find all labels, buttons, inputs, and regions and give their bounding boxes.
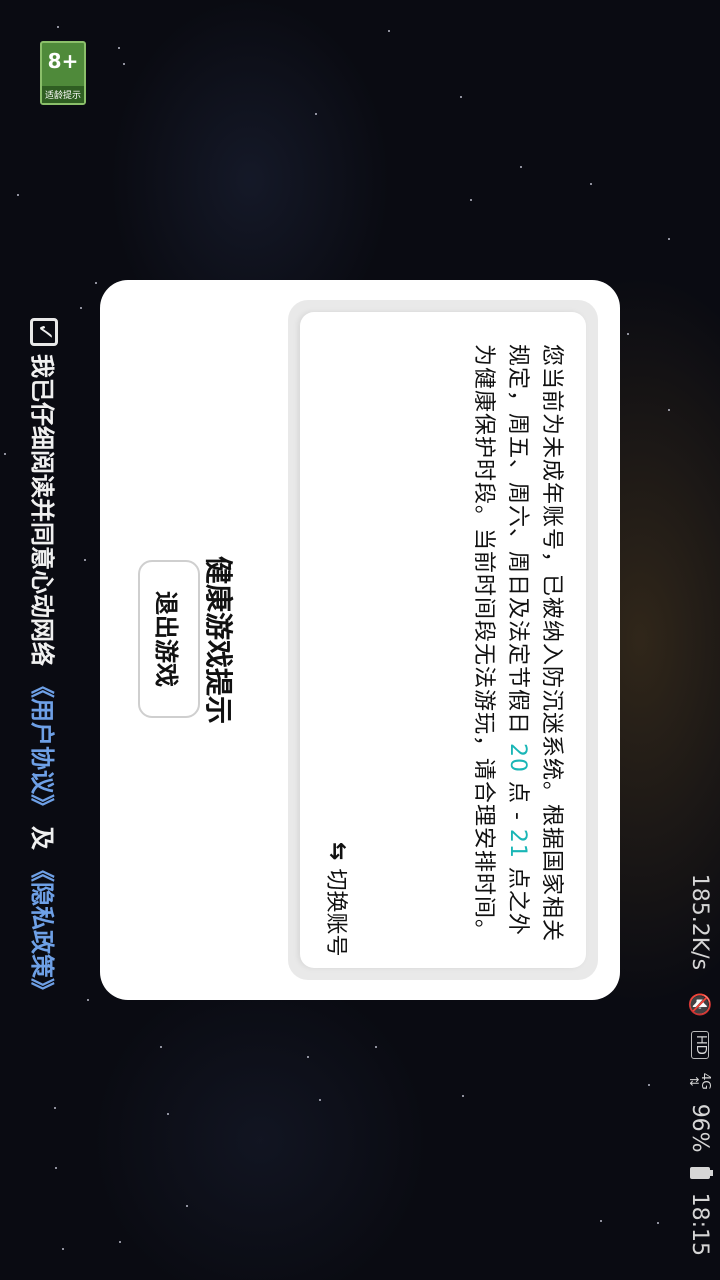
agreement-text: 我已仔细阅读并同意心动网络 [28,354,56,666]
dialog-title: 健康游戏提示 [202,555,235,724]
notice-part-2: 点 - [505,773,530,829]
hour-start: 20 [505,743,530,773]
exit-game-button[interactable]: 退出游戏 [138,560,200,718]
switch-account-button[interactable]: ⇆ 切换账号 [322,842,354,956]
age-rating-tag: 适龄提示 [42,86,84,103]
hour-end: 21 [505,828,530,859]
notice-text: 您当前为未成年账号，已被纳入防沉迷系统。根据国家相关规定，周五、周六、周日及法定… [466,344,568,944]
signal-arrows: ⇅ [687,1076,701,1087]
user-agreement-link[interactable]: 《用户协议》 [27,674,62,818]
battery-level: 96% [687,1103,713,1153]
notice-card: 您当前为未成年账号，已被纳入防沉迷系统。根据国家相关规定，周五、周六、周日及法定… [300,312,586,968]
health-game-dialog: 您当前为未成年账号，已被纳入防沉迷系统。根据国家相关规定，周五、周六、周日及法定… [100,280,620,1000]
agreement-and: 及 [28,826,56,850]
age-rating-badge: 8+ 适龄提示 [40,41,86,105]
mute-icon: 🔇 [688,992,712,1017]
swap-icon: ⇆ [325,842,351,861]
network-label: 4G [699,1072,713,1090]
net-speed: 185.2K/s [687,873,713,971]
agreement-line: ✓ 我已仔细阅读并同意心动网络 《用户协议》 及 《隐私政策》 [27,318,62,1002]
rotated-stage: 185.2K/s 🔇 HD 4G ⇅ 96% 18:15 8+ 适龄提示 ✓ 我… [0,0,720,1280]
age-rating-value: 8+ [47,49,79,73]
notice-panel: 您当前为未成年账号，已被纳入防沉迷系统。根据国家相关规定，周五、周六、周日及法定… [288,300,598,980]
hd-icon: HD [691,1030,709,1059]
clock: 18:15 [687,1192,713,1256]
status-bar: 185.2K/s 🔇 HD 4G ⇅ 96% 18:15 [680,0,720,1280]
signal-icon: 4G ⇅ [687,1072,713,1090]
checkbox-checked-icon[interactable]: ✓ [30,318,59,346]
battery-icon [690,1166,710,1179]
privacy-policy-link[interactable]: 《隐私政策》 [27,858,62,1002]
switch-account-label: 切换账号 [323,868,348,957]
